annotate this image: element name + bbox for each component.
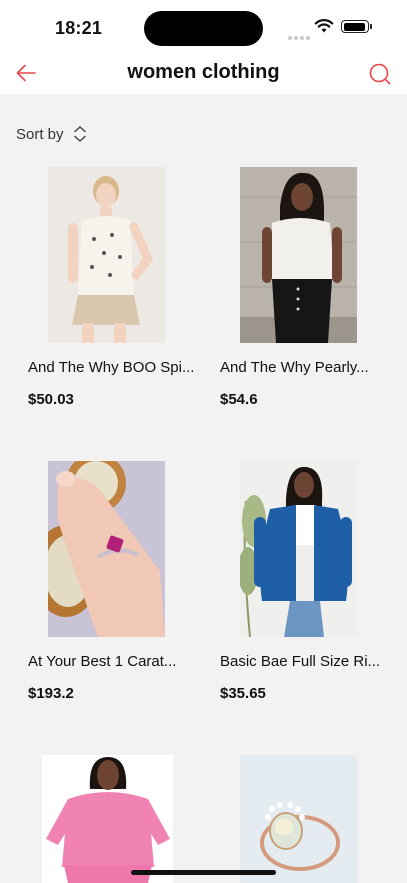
product-image bbox=[48, 461, 165, 637]
sort-by-label: Sort by bbox=[16, 125, 64, 143]
product-card[interactable] bbox=[28, 755, 204, 883]
product-name: And The Why BOO Spi... bbox=[28, 359, 195, 376]
product-card[interactable]: At Your Best 1 Carat... $193.2 bbox=[28, 461, 204, 706]
dynamic-island bbox=[144, 11, 263, 46]
product-name: And The Why Pearly... bbox=[220, 359, 369, 376]
product-card[interactable] bbox=[220, 755, 396, 883]
product-price: $54.6 bbox=[220, 391, 258, 408]
product-card[interactable]: And The Why Pearly... $54.6 bbox=[220, 167, 396, 412]
nav-bar: women clothing bbox=[0, 52, 407, 94]
product-card[interactable]: And The Why BOO Spi... $50.03 bbox=[28, 167, 204, 412]
product-price: $193.2 bbox=[28, 685, 74, 702]
sort-updown-icon bbox=[73, 126, 86, 142]
signal-icon bbox=[288, 27, 312, 45]
product-card[interactable]: Basic Bae Full Size Ri... $35.65 bbox=[220, 461, 396, 706]
product-image bbox=[42, 755, 173, 883]
product-image bbox=[48, 167, 165, 343]
wifi-icon bbox=[314, 19, 334, 33]
product-image bbox=[240, 461, 357, 637]
home-indicator[interactable] bbox=[131, 870, 276, 875]
search-icon[interactable] bbox=[368, 62, 392, 86]
status-bar: 18:21 bbox=[0, 0, 407, 52]
product-price: $50.03 bbox=[28, 391, 74, 408]
product-name: At Your Best 1 Carat... bbox=[28, 653, 177, 670]
product-image bbox=[240, 755, 357, 883]
product-name: Basic Bae Full Size Ri... bbox=[220, 653, 381, 670]
product-price: $35.65 bbox=[220, 685, 266, 702]
page-title: women clothing bbox=[127, 61, 280, 83]
battery-icon bbox=[341, 20, 372, 33]
product-image bbox=[240, 167, 357, 343]
sort-by-button[interactable]: Sort by bbox=[16, 123, 88, 145]
status-time: 18:21 bbox=[55, 18, 103, 38]
